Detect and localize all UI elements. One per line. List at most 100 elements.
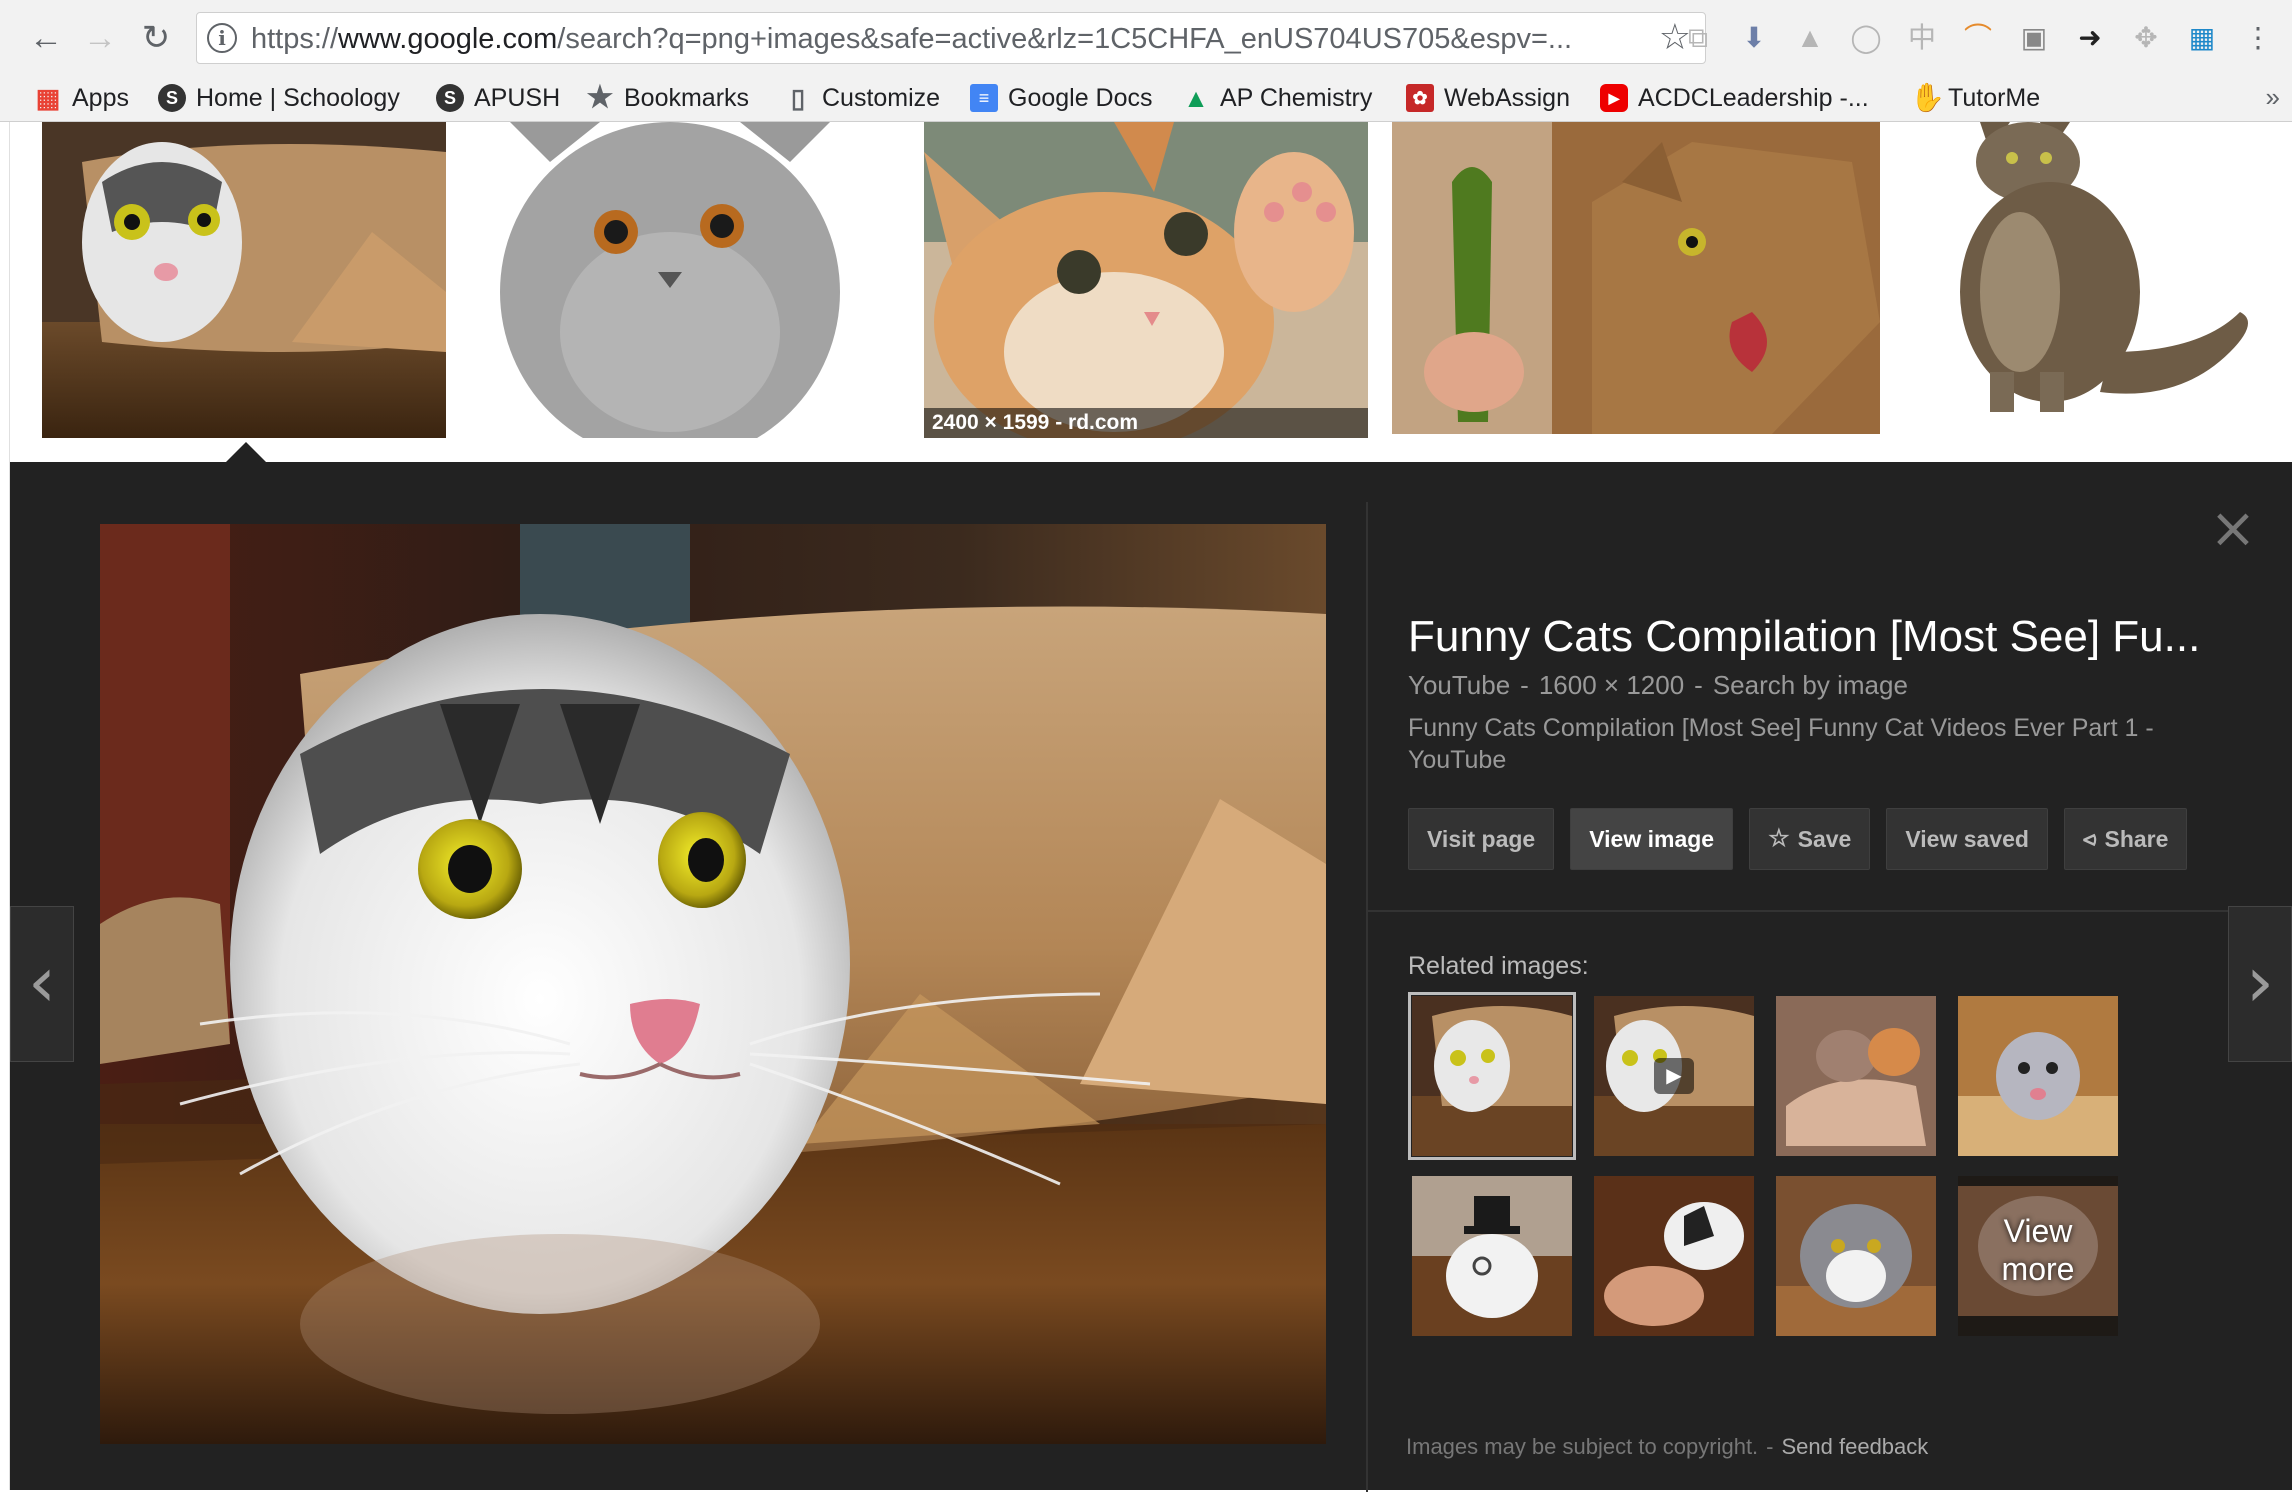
bookmark-tutorme[interactable]: ✋ TutorMe (1910, 80, 2040, 116)
result-thumbnail-cat-cucumber[interactable] (1392, 122, 1880, 434)
related-image-kitten-hand[interactable] (1594, 1176, 1754, 1336)
youtube-icon: ▶ (1600, 84, 1628, 112)
viewer-footer: Images may be subject to copyright. - Send… (1406, 1434, 1928, 1460)
related-image-kittens-shoe[interactable] (1776, 996, 1936, 1156)
related-kitten-hand-image (1594, 1176, 1754, 1336)
meta-separator: - (1694, 670, 1703, 700)
reload-icon[interactable]: ↻ (134, 16, 178, 60)
bookmark-apush[interactable]: S APUSH (436, 80, 560, 116)
main-preview-image[interactable] (100, 524, 1326, 1444)
image-size-caption: 2400 × 1599 - rd.com (924, 408, 1368, 438)
next-image-icon[interactable]: › (2228, 906, 2292, 1062)
related-image-grey-kitten[interactable] (1958, 996, 2118, 1156)
image-description: Funny Cats Compilation [Most See] Funny … (1408, 714, 2154, 774)
share-label: Share (2104, 826, 2169, 852)
url-text[interactable]: https://www.google.com/search?q=png+imag… (251, 23, 1581, 55)
related-grey-kitten-image (1958, 996, 2118, 1156)
extension-move-icon[interactable]: ✥ (2128, 20, 2164, 56)
extension-drive-icon[interactable]: ▲ (1792, 20, 1828, 56)
cat-in-paper-roll-image (100, 524, 1326, 1444)
extension-rainbow-icon[interactable]: ⌒ (1960, 20, 1996, 56)
send-feedback-link[interactable]: Send feedback (1782, 1434, 1929, 1459)
bookmark-label: AP Chemistry (1220, 83, 1373, 112)
play-icon: ▶ (1654, 1058, 1694, 1094)
search-by-image-link[interactable]: Search by image (1713, 670, 1908, 700)
bookmark-bookmarks[interactable]: ★ Bookmarks (586, 80, 750, 116)
view-more-button[interactable]: View more (1958, 1176, 2118, 1336)
footer-separator: - (1766, 1434, 1774, 1459)
previous-image-icon[interactable]: ‹ (10, 906, 74, 1062)
view-saved-button[interactable]: View saved (1886, 808, 2048, 870)
site-info-icon[interactable]: i (207, 23, 237, 53)
image-dimensions: 1600 × 1200 (1538, 670, 1685, 700)
address-bar[interactable]: i https://www.google.com/search?q=png+im… (196, 12, 1706, 64)
extension-chinese-icon[interactable]: 中 (1904, 20, 1940, 56)
close-icon[interactable]: × (2206, 501, 2260, 557)
search-results-page: 2400 × 1599 - rd.com × ‹ › Funny Cats Co… (0, 122, 2292, 1492)
left-edge-strip (0, 122, 10, 1490)
view-image-label: View image (1589, 826, 1715, 852)
bookmark-label: WebAssign (1444, 83, 1570, 112)
tabby-cat-thumbnail-image (1900, 122, 2280, 422)
orange-kitten-thumbnail-image (924, 122, 1368, 438)
forward-arrow-icon[interactable]: → (78, 16, 122, 60)
star-icon: ★ (586, 81, 614, 114)
bookmarks-overflow-icon[interactable]: » (2266, 82, 2280, 113)
save-label: Save (1797, 826, 1852, 852)
extension-popout-icon[interactable]: ⧉ (1680, 20, 1716, 56)
extension-share-arrow-icon[interactable]: ➜ (2072, 20, 2108, 56)
bookmark-ap-chemistry[interactable]: ▲ AP Chemistry (1182, 80, 1372, 116)
google-drive-icon: ▲ (1183, 83, 1209, 113)
image-title[interactable]: Funny Cats Compilation [Most See] Fu... (1408, 612, 2208, 662)
bookmark-label: Bookmarks (624, 83, 750, 112)
view-image-button[interactable]: View image (1570, 808, 1734, 870)
panel-horizontal-divider (1368, 910, 2232, 912)
bookmark-label: APUSH (474, 83, 561, 112)
view-more-label: View more (2001, 1213, 2075, 1287)
image-viewer-panel: × ‹ › Funny Cats Compilation [Most See] … (10, 462, 2292, 1492)
bookmark-google-docs[interactable]: ≡ Google Docs (970, 80, 1153, 116)
bookmark-acdcleadership[interactable]: ▶ ACDCLeadership -... (1600, 80, 1869, 116)
bookmark-webassign[interactable]: ✿ WebAssign (1406, 80, 1570, 116)
related-image-cat-paper-roll[interactable] (1408, 992, 1576, 1160)
bookmark-label: ACDCLeadership -... (1638, 83, 1869, 112)
bookmark-label: Google Docs (1008, 83, 1153, 112)
schoology-icon: S (158, 84, 186, 112)
apps-grid-icon: ▦ (35, 83, 61, 113)
view-saved-label: View saved (1905, 826, 2029, 852)
result-thumbnail-grey-cat[interactable] (490, 122, 850, 438)
extension-www-icon[interactable]: ◯ (1848, 20, 1884, 56)
bookmark-label: Home | Schoology (196, 83, 400, 112)
meta-separator: - (1520, 670, 1529, 700)
source-link[interactable]: YouTube (1408, 670, 1510, 700)
result-thumbnail-tabby-cat[interactable] (1900, 122, 2280, 422)
browser-toolbar: ← → ↻ i https://www.google.com/search?q=… (0, 0, 2292, 74)
back-arrow-icon[interactable]: ← (24, 16, 68, 60)
google-docs-icon: ≡ (970, 84, 998, 112)
share-icon: ⪦ (2082, 825, 2097, 852)
save-button[interactable]: ☆ Save (1749, 808, 1871, 870)
share-button[interactable]: ⪦ Share (2063, 808, 2188, 870)
visit-page-button[interactable]: Visit page (1408, 808, 1555, 870)
browser-menu-icon[interactable]: ⋮ (2240, 20, 2276, 56)
bookmark-label: TutorMe (1948, 83, 2041, 112)
bookmarks-bar: ▦ Apps S Home | Schoology S APUSH ★ Bookmark… (0, 74, 2292, 122)
visit-page-label: Visit page (1427, 826, 1536, 852)
related-image-grey-white-cat[interactable] (1776, 1176, 1936, 1336)
star-icon: ☆ (1768, 825, 1790, 852)
bookmark-home-schoology[interactable]: S Home | Schoology (158, 80, 400, 116)
extension-s-icon[interactable]: ▦ (2184, 20, 2220, 56)
result-thumbnail-cat-paper-roll[interactable] (42, 122, 446, 438)
related-image-white-dog-hat[interactable] (1412, 1176, 1572, 1336)
extension-square-icon[interactable]: ▣ (2016, 20, 2052, 56)
url-host: www.google.com (338, 23, 558, 55)
bookmark-apps[interactable]: ▦ Apps (34, 80, 129, 116)
panel-vertical-divider (1366, 502, 1368, 1492)
copyright-notice: Images may be subject to copyright. (1406, 1434, 1759, 1459)
bookmark-customize[interactable]: ▯ Customize (784, 80, 940, 116)
url-path: /search?q=png+images&safe=active&rlz=1C5… (557, 23, 1573, 55)
result-thumbnail-orange-kitten[interactable]: 2400 × 1599 - rd.com (924, 122, 1368, 438)
extension-download-icon[interactable]: ⬇ (1736, 20, 1772, 56)
bookmark-label: Customize (822, 83, 941, 112)
related-image-cat-video[interactable]: ▶ (1594, 996, 1754, 1156)
